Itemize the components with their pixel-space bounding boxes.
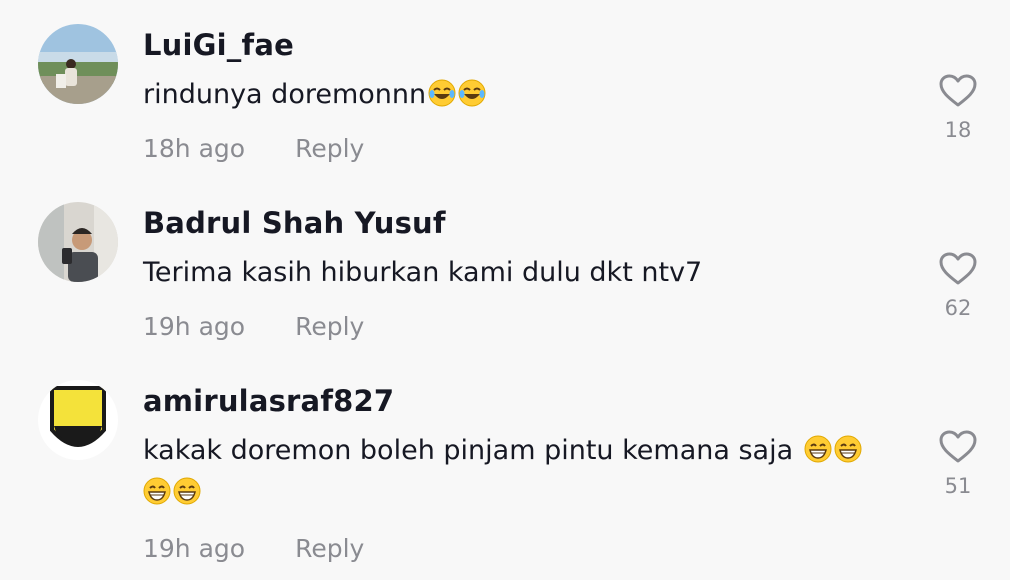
comment-text-content: rindunya doremonnn bbox=[143, 79, 427, 110]
comment-username[interactable]: amirulasraf827 bbox=[143, 384, 394, 418]
comment-timestamp: 19h ago bbox=[143, 534, 246, 563]
comment-timestamp: 18h ago bbox=[143, 134, 246, 163]
landscape-person-avatar bbox=[38, 24, 118, 104]
like-count: 51 bbox=[944, 474, 972, 498]
like-control: 51 bbox=[930, 430, 986, 498]
orang-tapping-logo-avatar bbox=[38, 380, 118, 460]
like-count: 62 bbox=[944, 296, 972, 320]
grin-emoji bbox=[804, 434, 832, 463]
comment-text: rindunya doremonnn bbox=[143, 74, 913, 116]
grin-emoji bbox=[173, 476, 201, 505]
heart-icon[interactable] bbox=[939, 74, 977, 108]
grin-emoji bbox=[834, 434, 862, 463]
selfie-avatar bbox=[38, 202, 118, 282]
joy-emoji bbox=[428, 78, 456, 107]
joy-emoji bbox=[458, 78, 486, 107]
reply-button[interactable]: Reply bbox=[295, 312, 364, 341]
avatar[interactable] bbox=[38, 202, 118, 282]
comment-meta: 19h ago Reply bbox=[143, 312, 364, 341]
avatar[interactable] bbox=[38, 380, 118, 460]
like-count: 18 bbox=[944, 118, 972, 142]
grin-emoji bbox=[143, 476, 171, 505]
comment-text-content: Terima kasih hiburkan kami dulu dkt ntv7 bbox=[143, 257, 703, 288]
comment-text: Terima kasih hiburkan kami dulu dkt ntv7 bbox=[143, 252, 913, 294]
comment-timestamp: 19h ago bbox=[143, 312, 246, 341]
comment-list: LuiGi_fae rindunya doremonnn 18h ago Repl… bbox=[0, 0, 1010, 580]
heart-icon[interactable] bbox=[939, 430, 977, 464]
comment-meta: 19h ago Reply bbox=[143, 534, 364, 563]
like-control: 62 bbox=[930, 252, 986, 320]
comment-meta: 18h ago Reply bbox=[143, 134, 364, 163]
reply-button[interactable]: Reply bbox=[295, 534, 364, 563]
reply-button[interactable]: Reply bbox=[295, 134, 364, 163]
heart-icon[interactable] bbox=[939, 252, 977, 286]
comment-username[interactable]: Badrul Shah Yusuf bbox=[143, 206, 446, 240]
comment-username[interactable]: LuiGi_fae bbox=[143, 28, 294, 62]
avatar[interactable] bbox=[38, 24, 118, 104]
comment-text-content: kakak doremon boleh pinjam pintu kemana … bbox=[143, 435, 794, 466]
like-control: 18 bbox=[930, 74, 986, 142]
comment-text: kakak doremon boleh pinjam pintu kemana … bbox=[143, 430, 913, 514]
